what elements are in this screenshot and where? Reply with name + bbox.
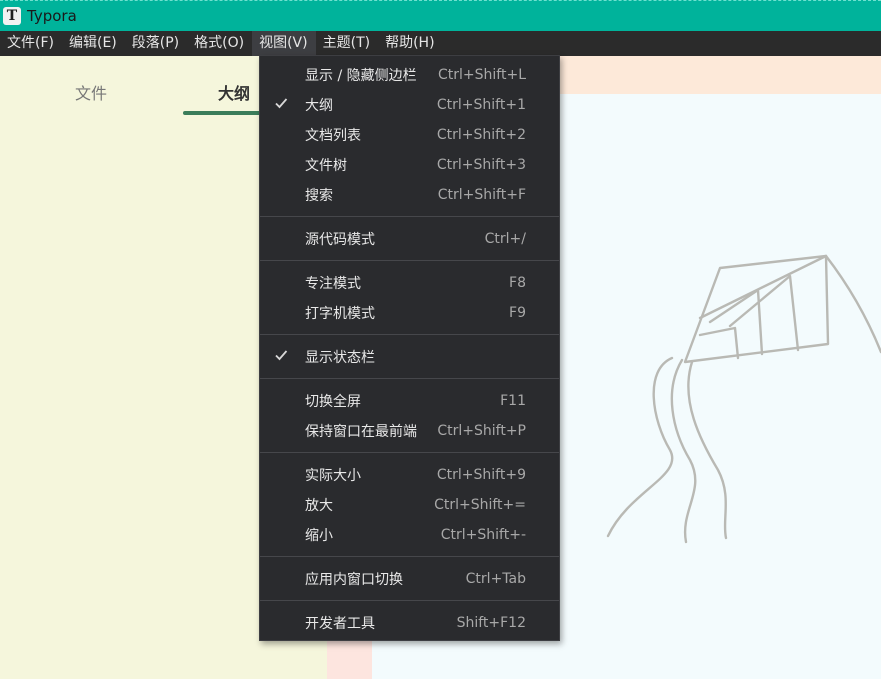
menu-item-label: 大纲 (305, 98, 333, 114)
menu-item-label: 源代码模式 (305, 232, 375, 248)
menu-separator (260, 334, 559, 335)
view-menu-item[interactable]: 显示 / 隐藏侧边栏 Ctrl+Shift+L (260, 60, 559, 90)
menu-separator (260, 378, 559, 379)
view-menu-item[interactable]: 切换全屏 F11 (260, 386, 559, 416)
kite-rib (698, 326, 740, 360)
menu-item-shortcut: F9 (509, 305, 526, 321)
menu-item-label: 显示状态栏 (305, 350, 375, 366)
menu-paragraph[interactable]: 段落(P) (125, 31, 187, 56)
view-menu-item[interactable]: 专注模式 F8 (260, 268, 559, 298)
view-menu-item[interactable]: 源代码模式 Ctrl+/ (260, 224, 559, 254)
menu-format[interactable]: 格式(O) (187, 31, 252, 56)
menu-item-shortcut: Ctrl+Shift+= (434, 497, 526, 513)
menu-item-label: 保持窗口在最前端 (305, 424, 417, 440)
menu-bar: 文件(F) 编辑(E) 段落(P) 格式(O) 视图(V) 主题(T) 帮助(H) (0, 31, 881, 56)
menu-separator (260, 452, 559, 453)
sidebar-tab-files[interactable]: 文件 (75, 80, 107, 104)
menu-item-label: 缩小 (305, 528, 333, 544)
menu-file[interactable]: 文件(F) (0, 31, 62, 56)
view-menu-item[interactable]: 大纲 Ctrl+Shift+1 (260, 90, 559, 120)
typora-app-icon: T (3, 7, 21, 25)
menu-item-label: 文件树 (305, 158, 347, 174)
view-menu-item[interactable]: 缩小 Ctrl+Shift+- (260, 520, 559, 550)
kite-spine (698, 254, 828, 320)
checkmark-icon (275, 98, 288, 109)
view-menu-item[interactable]: 开发者工具 Shift+F12 (260, 608, 559, 638)
view-menu-item[interactable]: 显示状态栏 (260, 342, 559, 372)
menu-separator (260, 600, 559, 601)
menu-help[interactable]: 帮助(H) (378, 31, 442, 56)
view-menu-dropdown: 显示 / 隐藏侧边栏 Ctrl+Shift+L 大纲 Ctrl+Shift+1 文档列表… (259, 55, 560, 641)
title-bar: T Typora (0, 0, 881, 31)
view-menu-item[interactable]: 文档列表 Ctrl+Shift+2 (260, 120, 559, 150)
kite-tail (687, 360, 728, 540)
menu-edit[interactable]: 编辑(E) (62, 31, 125, 56)
kite-tail (670, 358, 697, 544)
view-menu-item[interactable]: 保持窗口在最前端 Ctrl+Shift+P (260, 416, 559, 446)
view-menu-item[interactable]: 文件树 Ctrl+Shift+3 (260, 150, 559, 180)
menu-item-shortcut: Ctrl+Shift+2 (436, 127, 526, 143)
menu-item-label: 实际大小 (305, 468, 361, 484)
menu-theme[interactable]: 主题(T) (316, 31, 378, 56)
window-title: Typora (27, 7, 77, 25)
menu-item-label: 文档列表 (305, 128, 361, 144)
view-menu-item[interactable]: 打字机模式 F9 (260, 298, 559, 328)
view-menu-item[interactable]: 应用内窗口切换 Ctrl+Tab (260, 564, 559, 594)
menu-item-shortcut: Ctrl+Shift+1 (436, 97, 526, 113)
kite-outline (683, 254, 830, 364)
menu-item-label: 开发者工具 (305, 616, 375, 632)
menu-item-shortcut: Ctrl+/ (484, 231, 526, 247)
menu-item-shortcut: Ctrl+Shift+L (438, 67, 526, 83)
menu-item-shortcut: Ctrl+Shift+P (437, 423, 526, 439)
menu-item-label: 显示 / 隐藏侧边栏 (305, 68, 417, 84)
view-menu-item[interactable]: 实际大小 Ctrl+Shift+9 (260, 460, 559, 490)
view-menu-item[interactable]: 放大 Ctrl+Shift+= (260, 490, 559, 520)
menu-separator (260, 216, 559, 217)
menu-separator (260, 556, 559, 557)
menu-item-label: 切换全屏 (305, 394, 361, 410)
menu-item-label: 放大 (305, 498, 333, 514)
sidebar-tab-outline[interactable]: 大纲 (218, 80, 250, 104)
kite-illustration (606, 254, 881, 544)
menu-item-shortcut: F8 (509, 275, 526, 291)
menu-item-shortcut: Ctrl+Shift+9 (436, 467, 526, 483)
kite-tail (606, 356, 674, 538)
checkmark-icon (275, 350, 288, 361)
menu-item-label: 打字机模式 (305, 306, 375, 322)
view-menu-item[interactable]: 搜索 Ctrl+Shift+F (260, 180, 559, 210)
menu-view[interactable]: 视图(V) (252, 31, 316, 56)
menu-item-shortcut: Ctrl+Shift+3 (436, 157, 526, 173)
menu-item-shortcut: Ctrl+Shift+- (440, 527, 526, 543)
menu-item-shortcut: Ctrl+Tab (465, 571, 526, 587)
menu-item-label: 应用内窗口切换 (305, 572, 403, 588)
kite-string (824, 254, 881, 354)
menu-item-shortcut: F11 (500, 393, 526, 409)
menu-item-label: 专注模式 (305, 276, 361, 292)
menu-item-shortcut: Shift+F12 (456, 615, 526, 631)
menu-separator (260, 260, 559, 261)
menu-item-label: 搜索 (305, 188, 333, 204)
menu-item-shortcut: Ctrl+Shift+F (437, 187, 526, 203)
